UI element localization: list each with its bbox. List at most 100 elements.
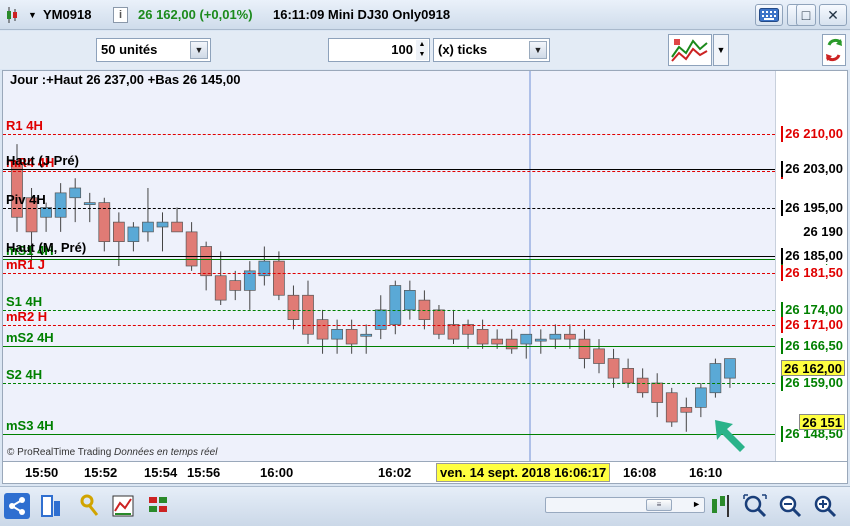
candle (258, 246, 271, 286)
level-label: Haut (M, Pré) (6, 240, 87, 256)
cursor-price-tag: 26 151 (799, 414, 845, 430)
chevron-down-icon[interactable]: ▼ (190, 41, 208, 59)
time-label: 16:02 (378, 465, 412, 480)
level-label: R1 4H (6, 118, 43, 134)
info-badge[interactable]: i (113, 7, 128, 23)
share-icon[interactable] (4, 493, 30, 519)
candle-body-down (229, 280, 242, 291)
candle-body-up (389, 285, 402, 325)
horizontal-scrollbar[interactable]: ≡ ► (545, 497, 705, 513)
level-price-tag: 26 185,00 (781, 248, 845, 265)
chart-style-dropdown[interactable]: ▼ (713, 34, 729, 66)
candle-body-down (171, 221, 183, 233)
candle-body-up (40, 207, 52, 218)
indicators-icon[interactable] (110, 493, 136, 519)
candle-body-down (665, 392, 678, 423)
chart-toolbar: 50 unités ▼ 100 ▲ ▼ (x) ticks ▼ ▼ (0, 31, 850, 69)
time-axis[interactable]: 15:50 15:52 15:54 15:56 16:00 16:02 16:0… (2, 462, 848, 484)
level-label: mS2 4H (6, 330, 54, 346)
zoom-select-icon[interactable] (742, 493, 768, 519)
candle (665, 387, 678, 427)
candle-body-up (709, 363, 722, 394)
maximize-icon[interactable]: □ (796, 4, 816, 26)
tick-unit-select-value: (x) ticks (438, 42, 488, 57)
sync-icon[interactable] (822, 34, 846, 66)
chart-header: Jour :+Haut 26 237,00 +Bas 26 145,00 (10, 72, 241, 87)
candle-body-down (185, 231, 198, 267)
units-select[interactable]: 50 unités ▼ (96, 38, 211, 62)
candle-body-up (54, 192, 67, 218)
candle-body-down (622, 368, 634, 384)
candle (69, 178, 82, 223)
candle-body-down (112, 221, 125, 242)
level-label: Piv 4H (6, 191, 46, 207)
candle-body-down (214, 275, 227, 301)
stepper-arrows-icon[interactable]: ▲ ▼ (416, 40, 428, 60)
candle (171, 207, 183, 233)
level-label: S1 4H (6, 293, 43, 309)
tick-count-stepper[interactable]: 100 ▲ ▼ (328, 38, 430, 62)
last-price-tag: 26 162,00 (781, 360, 845, 377)
level-line (3, 273, 775, 275)
title-bar: ▼ YM0918 i 26 162,00 (+0,01%) 16:11:09 M… (0, 0, 850, 30)
level-price-tag: 26 210,00 (781, 126, 845, 143)
time-label: 15:52 (84, 465, 118, 480)
symbol-name[interactable]: YM0918 (43, 7, 91, 22)
level-label: Haut (J Pré) (6, 152, 79, 168)
candle-body-down (462, 324, 474, 335)
time-label: 16:00 (260, 465, 294, 480)
chart-style-button[interactable] (668, 34, 712, 66)
candle-body-up (156, 221, 169, 228)
candle-body-up (69, 187, 82, 199)
level-line (3, 324, 775, 326)
candle-body-down (433, 309, 445, 335)
watermark-brand: © ProRealTime Trading (7, 447, 112, 458)
scroll-end-icon[interactable] (708, 493, 734, 519)
level-label: mR1 J (6, 257, 46, 273)
level-line (3, 309, 775, 311)
level-line (3, 134, 775, 136)
candle-body-down (273, 260, 285, 296)
scroll-right-icon[interactable]: ► (692, 499, 701, 509)
level-price-tag: 26 166,50 (781, 338, 845, 355)
time-and-name: 16:11:09 Mini DJ30 Only0918 (273, 7, 451, 22)
level-label: mR2 H (6, 308, 48, 324)
time-label: 16:10 (689, 465, 723, 480)
candle-body-down (564, 333, 576, 340)
candle (404, 280, 416, 320)
time-label: 15:56 (187, 465, 221, 480)
level-line (3, 346, 775, 348)
zoom-in-icon[interactable] (812, 493, 838, 519)
chevron-down-icon[interactable]: ▼ (529, 41, 547, 59)
price-change: 26 162,00 (+0,01%) (138, 7, 253, 22)
candle (694, 383, 707, 418)
candle (593, 339, 605, 374)
candle-body-up (404, 290, 416, 311)
layout-icon[interactable] (39, 493, 65, 519)
watermark-note: Données en temps réel (114, 447, 218, 458)
tick-count-value[interactable]: 100 (391, 42, 413, 57)
time-label: 15:50 (25, 465, 59, 480)
level-line (3, 434, 775, 436)
close-icon[interactable]: ✕ (819, 4, 847, 26)
tools-icon[interactable] (77, 493, 103, 519)
candle-body-down (607, 358, 620, 379)
drawing-objects-icon[interactable] (146, 493, 172, 519)
candle (578, 329, 591, 369)
candlestick-icon (5, 6, 19, 24)
candle (374, 295, 387, 340)
level-line (3, 258, 775, 260)
candle (534, 329, 547, 354)
level-price-tag: 26 203,00 (781, 160, 845, 177)
price-chart[interactable]: R1 4H mR4 4H Haut (J Pré) Piv 4H mS1 4H Haut … (2, 70, 848, 462)
zoom-out-icon[interactable] (777, 493, 803, 519)
level-price-tag: 26 171,00 (781, 316, 845, 333)
keyboard-icon[interactable] (755, 4, 783, 26)
scroll-thumb[interactable]: ≡ (646, 499, 672, 511)
tick-unit-select[interactable]: (x) ticks ▼ (433, 38, 550, 62)
symbol-dropdown-icon[interactable]: ▼ (28, 10, 37, 20)
bottom-toolbar: ≡ ► (0, 486, 850, 526)
plot-area[interactable]: R1 4H mR4 4H Haut (J Pré) Piv 4H mS1 4H Haut … (3, 71, 775, 461)
level-label: mS3 4H (6, 418, 54, 434)
price-axis[interactable]: 26 210,0026 202,5026 203,0026 195,0026 1… (775, 71, 847, 461)
